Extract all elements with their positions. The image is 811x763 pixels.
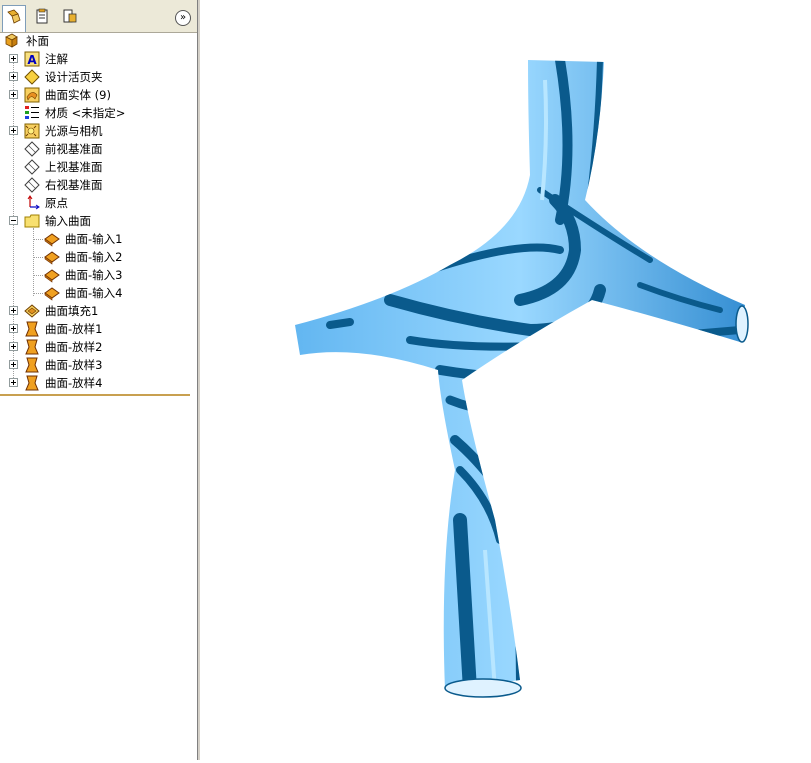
loft-surface-icon (25, 321, 39, 337)
imported-surface-icon (44, 233, 60, 247)
graphics-viewport[interactable] (200, 0, 811, 760)
annotation-icon: A (24, 51, 40, 67)
feature-manager-tab[interactable] (2, 5, 26, 32)
expand-panel-button[interactable]: » (175, 10, 191, 26)
material-icon (25, 106, 39, 119)
feature-tree-icon (7, 9, 21, 24)
lights-cameras-icon (24, 123, 40, 139)
expand-toggle[interactable] (9, 54, 18, 63)
svg-text:A: A (27, 53, 37, 67)
loft-surface-icon (25, 375, 39, 391)
imported-surface-icon (44, 269, 60, 283)
plane-icon (24, 159, 40, 175)
origin-icon (27, 195, 40, 210)
zebra-surface-model[interactable] (200, 0, 811, 760)
expand-toggle[interactable] (9, 324, 18, 333)
configuration-icon (63, 9, 77, 23)
configuration-manager-tab[interactable] (58, 5, 82, 29)
panel-tabs: » (0, 0, 197, 33)
surface-bodies-icon (24, 87, 40, 103)
property-manager-tab[interactable] (30, 5, 54, 29)
property-icon (36, 8, 48, 24)
expand-toggle[interactable] (9, 360, 18, 369)
feature-tree: 补面 A 注解 设计活页夹 曲面实体 (9) 材质 <未指定> 光源与相机 前视… (0, 32, 190, 396)
expand-toggle[interactable] (9, 72, 18, 81)
tree-root-label: 补面 (26, 34, 49, 48)
folder-icon (24, 214, 40, 228)
expand-toggle[interactable] (9, 306, 18, 315)
plane-icon (24, 141, 40, 157)
expand-toggle[interactable] (9, 90, 18, 99)
loft-surface-icon (25, 357, 39, 373)
collapse-toggle[interactable] (9, 216, 18, 225)
filled-surface-icon (24, 304, 40, 318)
expand-toggle[interactable] (9, 126, 18, 135)
plane-icon (24, 177, 40, 193)
loft-surface-icon (25, 339, 39, 355)
feature-manager-panel: » 补面 A 注解 设计活页夹 曲面实体 (9) 材质 <未指定> 光源与相机 … (0, 0, 200, 760)
expand-toggle[interactable] (9, 378, 18, 387)
expand-toggle[interactable] (9, 342, 18, 351)
part-icon (5, 33, 18, 48)
imported-surface-icon (44, 251, 60, 265)
design-binder-icon (24, 69, 40, 85)
imported-surface-icon (44, 287, 60, 301)
